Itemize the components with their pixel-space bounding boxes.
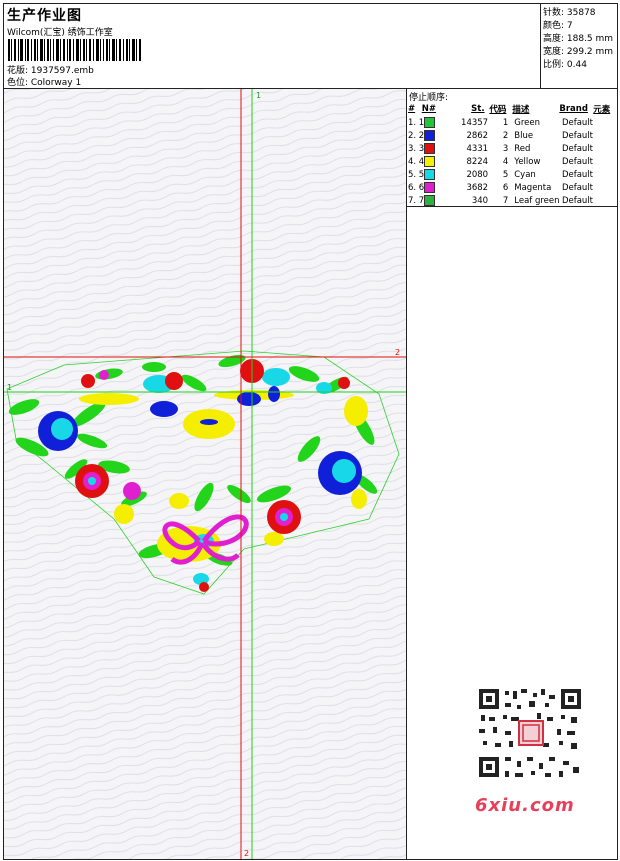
col-header-brand: Brand	[559, 103, 588, 114]
brand-cell: Default	[561, 156, 593, 167]
stop-index: 1. 1	[408, 117, 425, 128]
brand-cell: Default	[561, 182, 593, 193]
element-cell	[596, 194, 617, 207]
table-header: # N# St. 代码 描述 Brand 元素	[408, 102, 617, 115]
brand-cell: Default	[561, 195, 593, 206]
col-header-index: #	[408, 103, 416, 114]
col-header-description: 描述	[512, 104, 530, 115]
stitch-count-cell: 2080	[466, 169, 489, 180]
color-swatch	[424, 182, 436, 193]
table-row[interactable]: 7. 7 340 7 Leaf green Default	[408, 194, 617, 207]
color-code-cell: 7	[502, 195, 509, 206]
design-scale: 比例: 0.44	[543, 60, 587, 70]
color-code-cell: 1	[502, 117, 509, 128]
design-width: 宽度: 299.2 mm	[543, 47, 614, 57]
color-swatch	[424, 143, 436, 154]
embroidery-preview: 1 2 2 1	[4, 89, 406, 859]
stitch-count-cell: 340	[471, 195, 489, 206]
color-swatch-cell	[424, 155, 461, 168]
flower-blue-left	[38, 411, 78, 451]
stop-sequence-table: # N# St. 代码 描述 Brand 元素	[408, 102, 617, 115]
barcode	[8, 39, 141, 61]
color-code-cell: 3	[502, 143, 509, 154]
color-code-cell: 6	[502, 182, 509, 193]
col-header-element: 元素	[593, 104, 611, 115]
col-header-needle: N#	[421, 103, 437, 114]
color-description-cell: Red	[514, 143, 531, 154]
color-description-cell: Leaf green	[514, 195, 560, 206]
element-cell	[596, 181, 617, 194]
color-swatch	[424, 195, 436, 206]
color-count: 颜色: 7	[543, 21, 573, 31]
colorway: 色位: Colorway 1	[7, 78, 82, 88]
stop-index: 3. 3	[408, 143, 425, 154]
stop-index: 5. 5	[408, 169, 425, 180]
element-cell	[596, 155, 617, 168]
color-swatch-cell	[424, 181, 461, 194]
stitch-count-cell: 3682	[466, 182, 489, 193]
color-code-cell: 2	[502, 130, 509, 141]
color-description-cell: Yellow	[514, 156, 541, 167]
page-title: 生产作业图	[7, 8, 82, 24]
table-row[interactable]: 4. 4 8224 4 Yellow Default	[408, 155, 617, 168]
brand-cell: Default	[561, 117, 593, 128]
stitch-count-cell: 4331	[466, 143, 489, 154]
color-swatch-cell	[424, 129, 461, 142]
header: 生产作业图 Wilcom(汇宝) 绣饰工作室 花版: 1937597.emb 色…	[4, 4, 617, 89]
stitch-count-cell: 14357	[461, 117, 489, 128]
element-cell	[596, 129, 617, 142]
table-row[interactable]: 2. 2 2862 2 Blue Default	[408, 129, 617, 142]
table-row[interactable]: 5. 5 2080 5 Cyan Default	[408, 168, 617, 181]
studio-name: Wilcom(汇宝) 绣饰工作室	[7, 28, 113, 38]
brand-cell: Default	[561, 169, 593, 180]
color-swatch-cell	[424, 168, 461, 181]
color-code-cell: 5	[502, 169, 509, 180]
color-description-cell: Green	[514, 117, 540, 128]
color-swatch	[424, 130, 436, 141]
col-header-stitches: St.	[471, 103, 485, 114]
guide-label-left-green: 1	[7, 383, 12, 392]
production-sheet: 生产作业图 Wilcom(汇宝) 绣饰工作室 花版: 1937597.emb 色…	[3, 3, 618, 860]
color-code-cell: 4	[502, 156, 509, 167]
color-swatch	[424, 156, 436, 167]
color-description-cell: Blue	[514, 130, 534, 141]
stop-index: 4. 4	[408, 156, 425, 167]
stop-index: 6. 6	[408, 182, 425, 193]
color-description-cell: Cyan	[514, 169, 536, 180]
color-swatch-cell	[424, 142, 461, 155]
stop-sequence-panel: 停止顺序: # N# St. 代码 描述 Brand 元素 1. 1 14357 1…	[407, 89, 617, 859]
table-row[interactable]: 1. 1 14357 1 Green Default	[408, 116, 617, 129]
col-header-code: 代码	[489, 104, 507, 115]
qr-code	[475, 685, 585, 781]
element-cell	[596, 168, 617, 181]
color-swatch	[424, 117, 436, 128]
stop-index: 2. 2	[408, 130, 425, 141]
guide-label-bottom-red: 2	[244, 849, 249, 858]
brand-cell: Default	[561, 130, 593, 141]
flower-blue-right	[318, 451, 362, 495]
design-stats: 针数: 35878 颜色: 7 高度: 188.5 mm 宽度: 299.2 m…	[541, 4, 617, 88]
color-description-cell: Magenta	[514, 182, 552, 193]
stop-index: 7. 7	[408, 195, 425, 206]
brand-cell: Default	[561, 143, 593, 154]
stitch-count: 针数: 35878	[543, 8, 596, 18]
design-canvas[interactable]: 1 2 2 1	[4, 89, 407, 859]
table-row[interactable]: 3. 3 4331 3 Red Default	[408, 142, 617, 155]
stitch-count-cell: 8224	[466, 156, 489, 167]
stop-rows: 1. 1 14357 1 Green Default 2. 2 2862 2 Blue Defau…	[408, 116, 617, 207]
element-cell	[596, 116, 617, 129]
element-cell	[596, 142, 617, 155]
stop-sequence-table-area: 停止顺序: # N# St. 代码 描述 Brand 元素 1. 1 14357 1…	[407, 89, 617, 207]
header-info: 生产作业图 Wilcom(汇宝) 绣饰工作室 花版: 1937597.emb 色…	[4, 4, 541, 88]
color-swatch	[424, 169, 436, 180]
stitch-count-cell: 2862	[466, 130, 489, 141]
watermark-logo: 6xiu.com	[475, 795, 575, 816]
guide-label-right-red: 2	[395, 348, 400, 357]
guide-label-top-green: 1	[256, 91, 261, 100]
design-height: 高度: 188.5 mm	[543, 34, 614, 44]
table-row[interactable]: 6. 6 3682 6 Magenta Default	[408, 181, 617, 194]
color-swatch-cell	[424, 194, 461, 207]
color-swatch-cell	[424, 116, 461, 129]
